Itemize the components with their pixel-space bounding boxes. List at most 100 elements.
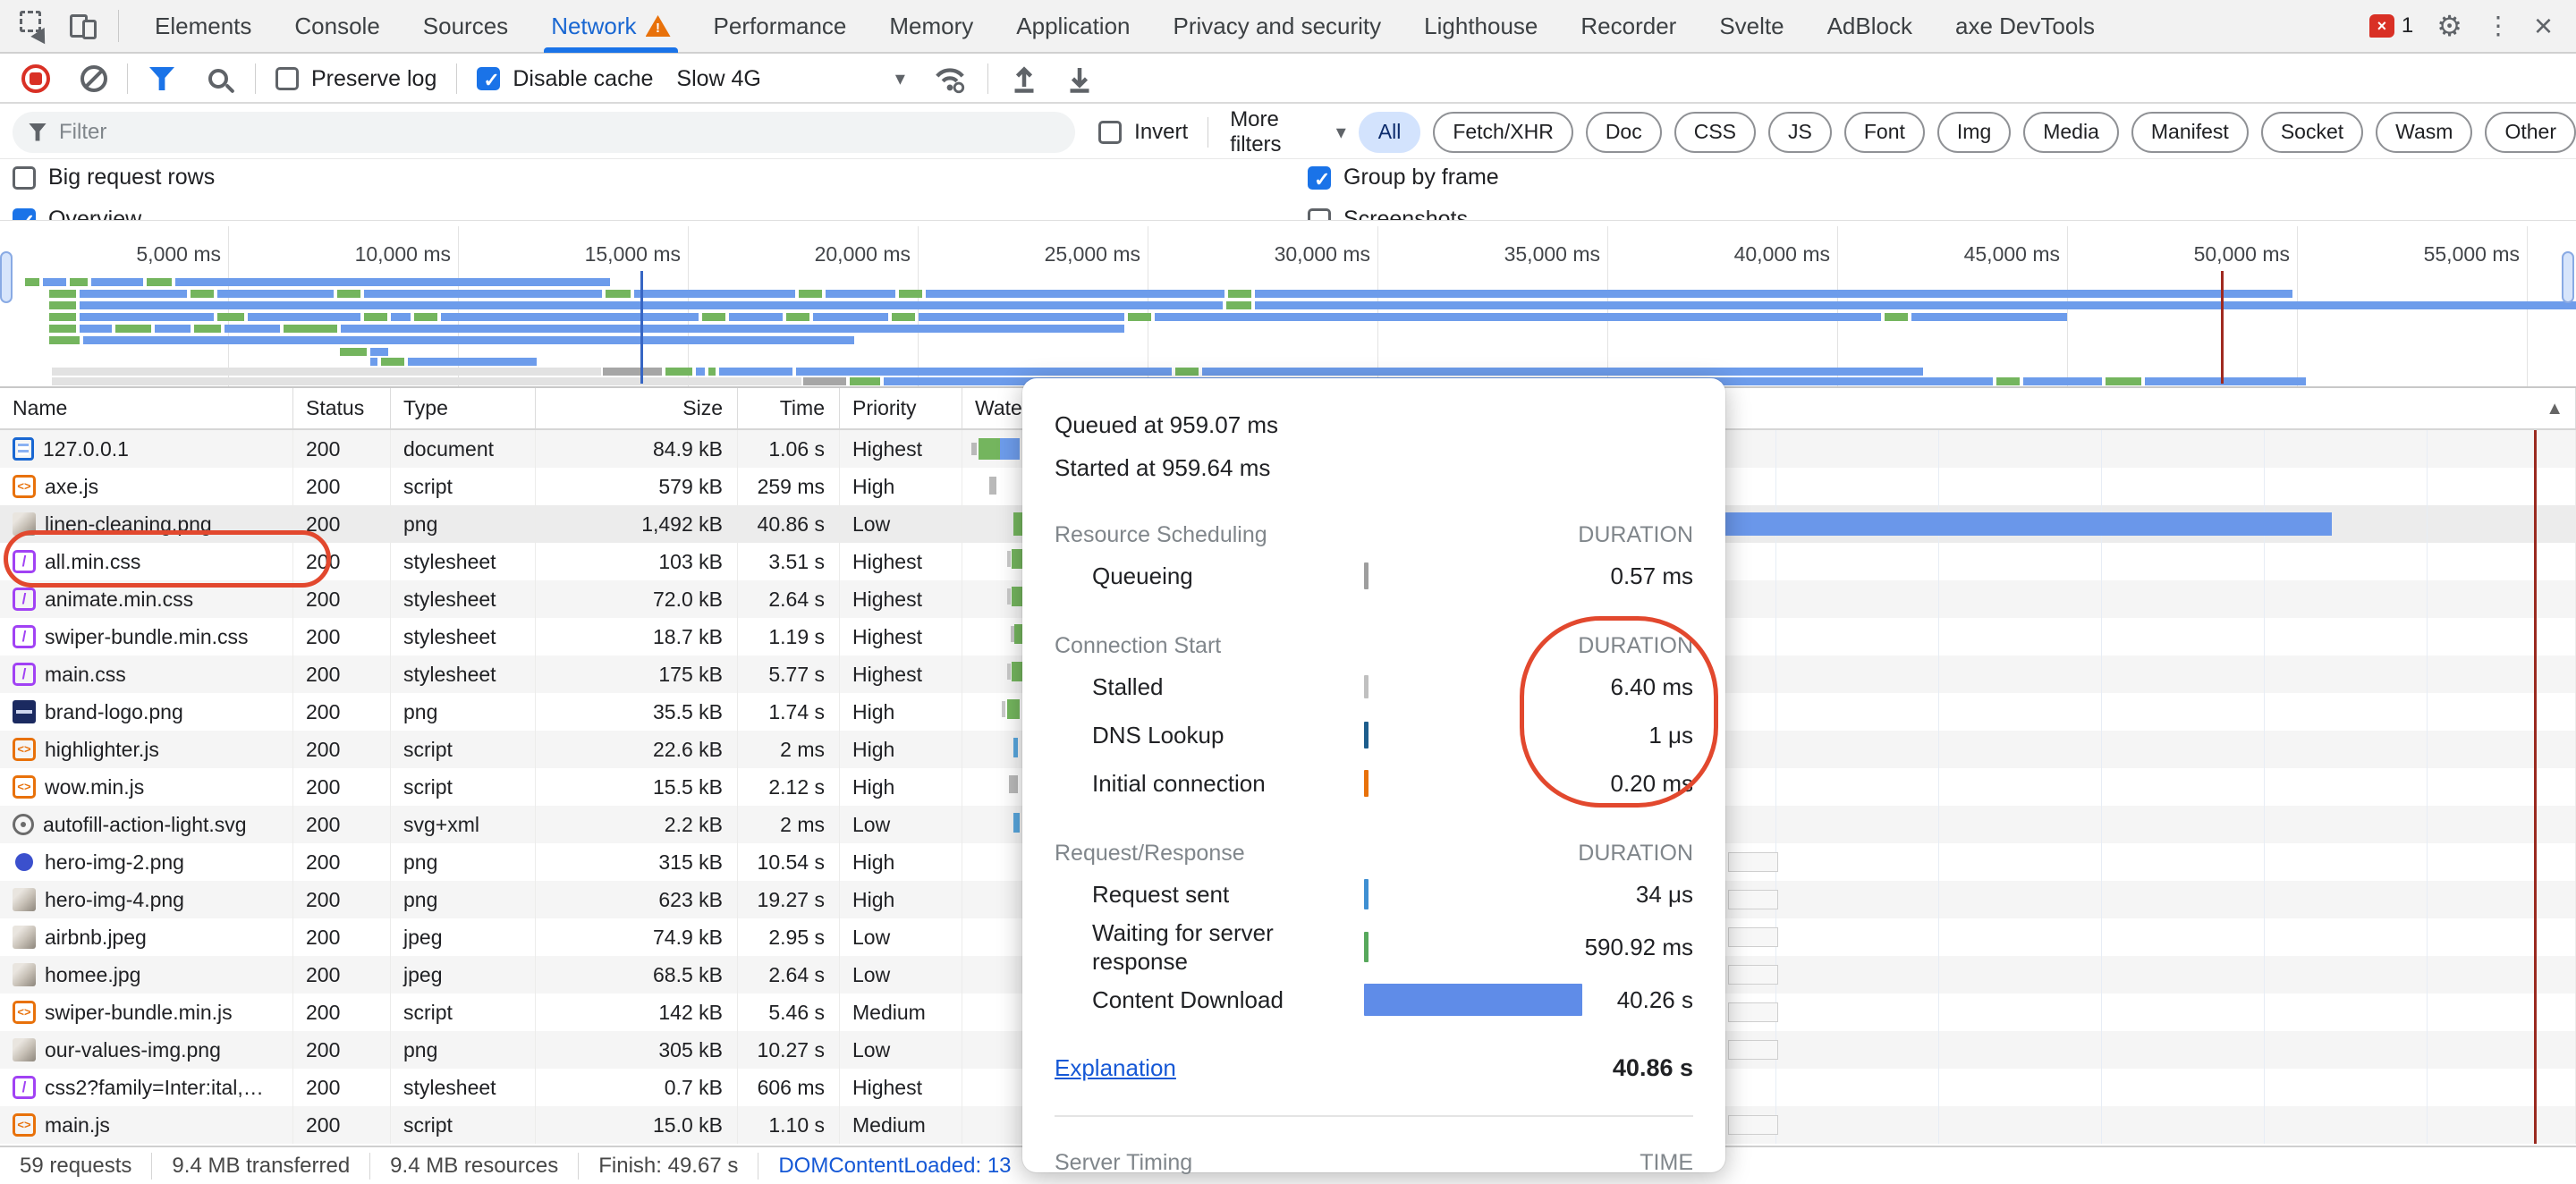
- request-type-chip[interactable]: Img: [1937, 112, 2011, 153]
- timing-row: Waiting for server response 590.92 ms: [1055, 918, 1693, 976]
- clear-button[interactable]: [80, 65, 107, 92]
- request-name: linen-cleaning.png: [45, 512, 212, 537]
- overview-waterfall-bar: [850, 377, 880, 385]
- panel-tab[interactable]: Memory: [868, 0, 995, 53]
- event-marker-line: [2221, 271, 2224, 384]
- kebab-menu-icon[interactable]: ⋮: [2486, 13, 2511, 38]
- overview-waterfall-bar: [217, 290, 334, 298]
- request-type: script: [403, 738, 453, 762]
- group-by-frame-checkbox[interactable]: Group by frame: [1308, 165, 1499, 190]
- more-filters-dropdown[interactable]: More filters ▾: [1230, 107, 1346, 157]
- request-type-chip[interactable]: Media: [2023, 112, 2119, 153]
- request-size: 84.9 kB: [653, 437, 723, 461]
- column-header-status[interactable]: Status: [293, 388, 391, 428]
- throttling-select[interactable]: Slow 4G ▾: [676, 66, 905, 92]
- section-resource-scheduling: Resource SchedulingDURATION: [1055, 518, 1693, 552]
- preserve-log-checkbox[interactable]: Preserve log: [275, 66, 436, 92]
- timing-row: Request sent 34 μs: [1055, 870, 1693, 918]
- panel-tab[interactable]: Svelte: [1698, 0, 1805, 53]
- request-priority: Highest: [852, 625, 922, 649]
- record-button[interactable]: [21, 64, 50, 93]
- invert-checkbox[interactable]: Invert: [1098, 120, 1188, 145]
- disable-cache-checkbox[interactable]: Disable cache: [477, 66, 653, 92]
- request-type: png: [403, 512, 437, 537]
- export-har-icon[interactable]: [1063, 63, 1096, 95]
- request-type-chip[interactable]: Manifest: [2131, 112, 2249, 153]
- event-marker-line: [640, 271, 643, 384]
- request-type-chip[interactable]: Other: [2485, 112, 2576, 153]
- request-type-chip[interactable]: CSS: [1674, 112, 1756, 153]
- timing-marker: [1364, 984, 1582, 1016]
- settings-gear-icon[interactable]: ⚙: [2436, 12, 2462, 40]
- overview-right-handle[interactable]: [2562, 251, 2574, 303]
- inspect-element-icon[interactable]: [20, 11, 50, 41]
- panel-tab[interactable]: Application: [995, 0, 1151, 53]
- panel-tab[interactable]: Privacy and security: [1152, 0, 1403, 53]
- request-priority: Low: [852, 963, 890, 987]
- request-name: css2?family=Inter:ital,…: [45, 1076, 264, 1100]
- request-type: png: [403, 700, 437, 724]
- request-status: 200: [306, 1038, 340, 1062]
- column-header-type[interactable]: Type: [391, 388, 536, 428]
- panel-tab[interactable]: AdBlock: [1806, 0, 1934, 53]
- checkbox[interactable]: [275, 67, 299, 90]
- panel-tab[interactable]: Elements: [133, 0, 273, 53]
- panel-tab[interactable]: Recorder: [1559, 0, 1698, 53]
- column-header-name[interactable]: Name: [0, 388, 293, 428]
- issues-badge[interactable]: × 1: [2369, 13, 2413, 38]
- overview-waterfall-bar: [606, 290, 631, 298]
- filter-input[interactable]: Filter: [13, 112, 1075, 153]
- request-status: 200: [306, 700, 340, 724]
- filter-toggle-icon[interactable]: [149, 67, 174, 90]
- explanation-link[interactable]: Explanation: [1055, 1054, 1176, 1082]
- column-header-size[interactable]: Size: [536, 388, 738, 428]
- column-header-priority[interactable]: Priority: [840, 388, 962, 428]
- request-type-chip[interactable]: Wasm: [2376, 112, 2472, 153]
- close-icon[interactable]: ×: [2534, 10, 2553, 42]
- import-har-icon[interactable]: [1008, 63, 1040, 95]
- request-type-chip[interactable]: Font: [1844, 112, 1925, 153]
- checkbox[interactable]: [13, 166, 36, 190]
- panel-tab-label: Privacy and security: [1174, 13, 1382, 40]
- chip-label: CSS: [1694, 120, 1736, 144]
- panel-tab[interactable]: Sources: [402, 0, 530, 53]
- overview-waterfall-bar: [341, 325, 1124, 333]
- checkbox[interactable]: [1308, 166, 1331, 190]
- request-type-chip[interactable]: All: [1359, 112, 1421, 153]
- overview-waterfall-bar: [25, 278, 39, 286]
- panel-tab[interactable]: axe DevTools: [1934, 0, 2116, 53]
- chip-label: All: [1378, 120, 1402, 144]
- overview-waterfall-bar: [696, 368, 705, 376]
- checkbox[interactable]: [1098, 121, 1122, 144]
- overview-timeline[interactable]: 5,000 ms10,000 ms15,000 ms20,000 ms25,00…: [0, 220, 2576, 388]
- request-type: script: [403, 1001, 453, 1025]
- overview-waterfall-bar: [799, 290, 822, 298]
- request-type-chip[interactable]: JS: [1768, 112, 1832, 153]
- request-type-chip[interactable]: Doc: [1586, 112, 1662, 153]
- request-status: 200: [306, 813, 340, 837]
- request-time: 40.86 s: [758, 512, 825, 537]
- request-type-chip[interactable]: Socket: [2261, 112, 2363, 153]
- overview-waterfall-bar: [2106, 377, 2141, 385]
- image-icon: [13, 926, 36, 949]
- chip-label: Fetch/XHR: [1453, 120, 1553, 144]
- queued-at: Queued at 959.07 ms: [1055, 403, 1693, 446]
- overview-waterfall-bar: [49, 336, 80, 344]
- panel-tab[interactable]: Performance: [692, 0, 869, 53]
- disable-cache-label: Disable cache: [513, 66, 653, 92]
- device-toolbar-icon[interactable]: [70, 11, 100, 41]
- big-request-rows-checkbox[interactable]: Big request rows: [13, 165, 215, 190]
- panel-tab[interactable]: Network !: [530, 0, 691, 53]
- overview-waterfall-bar: [370, 358, 377, 366]
- request-type-chip[interactable]: Fetch/XHR: [1433, 112, 1572, 153]
- timeline-tick-label: 30,000 ms: [1200, 242, 1370, 266]
- panel-tab[interactable]: Console: [273, 0, 401, 53]
- panel-tab[interactable]: Lighthouse: [1402, 0, 1559, 53]
- scroll-up-icon[interactable]: ▲: [2546, 399, 2563, 419]
- overview-left-handle[interactable]: [0, 251, 13, 303]
- search-icon[interactable]: [208, 69, 228, 89]
- overview-waterfall-bar: [803, 377, 846, 385]
- column-header-time[interactable]: Time: [738, 388, 840, 428]
- checkbox[interactable]: [477, 67, 500, 90]
- network-conditions-icon[interactable]: [932, 63, 968, 94]
